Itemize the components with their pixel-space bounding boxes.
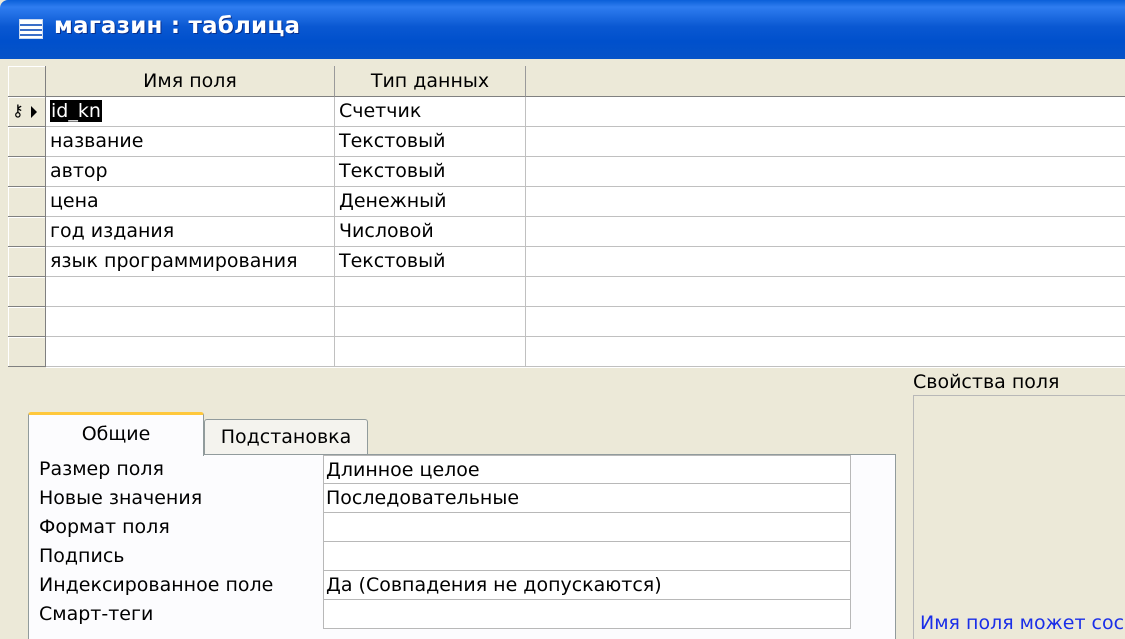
data-type-cell[interactable]: Денежный — [335, 187, 526, 217]
property-value-field[interactable]: Да (Совпадения не допускаются) — [323, 571, 851, 600]
property-row: Новые значения Последовательные — [29, 484, 859, 513]
column-header-description — [526, 66, 1125, 97]
description-cell[interactable] — [526, 337, 1125, 367]
row-selector[interactable] — [8, 247, 46, 277]
row-selector[interactable]: ⚷ — [8, 97, 46, 127]
property-value-field[interactable]: Последовательные — [323, 484, 851, 513]
field-name-cell[interactable] — [46, 277, 335, 307]
data-type-cell[interactable]: Числовой — [335, 217, 526, 247]
property-label: Новые значения — [39, 487, 203, 509]
table-row[interactable]: ⚷ id_kn Счетчик — [8, 97, 1125, 127]
column-header-field-name: Имя поля — [46, 66, 335, 97]
field-properties-label: Свойства поля — [913, 371, 1060, 393]
table-icon — [19, 19, 43, 39]
key-icon: ⚷ — [12, 101, 24, 120]
data-type-cell[interactable]: Текстовый — [335, 127, 526, 157]
row-selector[interactable] — [8, 217, 46, 247]
property-label: Смарт-теги — [39, 603, 154, 625]
property-row: Формат поля — [29, 513, 859, 542]
window-titlebar[interactable]: магазин : таблица — [0, 0, 1125, 59]
description-cell[interactable] — [526, 97, 1125, 127]
help-panel — [913, 395, 1125, 639]
field-name-cell[interactable]: название — [46, 127, 335, 157]
table-row[interactable] — [8, 277, 1125, 307]
property-label: Размер поля — [39, 458, 164, 480]
data-type-cell[interactable]: Счетчик — [335, 97, 526, 127]
description-cell[interactable] — [526, 277, 1125, 307]
property-label: Индексированное поле — [39, 574, 274, 596]
row-selector[interactable] — [8, 337, 46, 367]
data-type-cell[interactable]: Текстовый — [335, 247, 526, 277]
table-row[interactable]: год издания Числовой — [8, 217, 1125, 247]
table-row[interactable] — [8, 307, 1125, 337]
property-value-field[interactable] — [323, 542, 851, 571]
row-selector[interactable] — [8, 187, 46, 217]
selected-field-name-text: id_kn — [50, 100, 102, 122]
property-row: Смарт-теги — [29, 600, 859, 629]
row-selector[interactable] — [8, 157, 46, 187]
column-header-data-type: Тип данных — [335, 66, 526, 97]
data-type-cell[interactable] — [335, 307, 526, 337]
field-name-cell[interactable]: цена — [46, 187, 335, 217]
tab-lookup[interactable]: Подстановка — [204, 419, 368, 454]
window-title: магазин : таблица — [54, 13, 301, 39]
field-name-cell[interactable]: автор — [46, 157, 335, 187]
field-name-cell[interactable] — [46, 307, 335, 337]
data-type-cell[interactable]: Текстовый — [335, 157, 526, 187]
field-design-grid: Имя поля Тип данных ⚷ id_kn Счетчик назв… — [8, 66, 1125, 368]
help-text: Имя поля может сос — [920, 612, 1125, 634]
property-row: Размер поля Длинное целое — [29, 455, 859, 484]
row-selector[interactable] — [8, 307, 46, 337]
table-row[interactable]: автор Текстовый — [8, 157, 1125, 187]
property-label: Подпись — [39, 545, 125, 567]
description-cell[interactable] — [526, 247, 1125, 277]
property-value-field[interactable]: Длинное целое — [323, 455, 851, 484]
field-name-cell[interactable]: год издания — [46, 217, 335, 247]
tab-general[interactable]: Общие — [28, 412, 204, 456]
description-cell[interactable] — [526, 307, 1125, 337]
data-type-cell[interactable] — [335, 277, 526, 307]
table-row[interactable]: цена Денежный — [8, 187, 1125, 217]
description-cell[interactable] — [526, 157, 1125, 187]
row-selector[interactable] — [8, 127, 46, 157]
property-row: Подпись — [29, 542, 859, 571]
field-name-cell[interactable]: язык программирования — [46, 247, 335, 277]
field-name-cell[interactable]: id_kn — [46, 97, 335, 127]
field-properties-panel: Размер поля Длинное целое Новые значения… — [28, 454, 896, 639]
description-cell[interactable] — [526, 217, 1125, 247]
property-row: Индексированное поле Да (Совпадения не д… — [29, 571, 859, 600]
description-cell[interactable] — [526, 187, 1125, 217]
data-type-cell[interactable] — [335, 337, 526, 367]
table-row[interactable]: название Текстовый — [8, 127, 1125, 157]
description-cell[interactable] — [526, 127, 1125, 157]
property-label: Формат поля — [39, 516, 170, 538]
table-row[interactable] — [8, 337, 1125, 367]
row-selector[interactable] — [8, 277, 46, 307]
grid-corner[interactable] — [8, 66, 46, 97]
table-row[interactable]: язык программирования Текстовый — [8, 247, 1125, 277]
property-value-field[interactable] — [323, 513, 851, 542]
row-pointer-arrow-icon — [31, 106, 37, 118]
field-name-cell[interactable] — [46, 337, 335, 367]
property-value-field[interactable] — [323, 600, 851, 629]
